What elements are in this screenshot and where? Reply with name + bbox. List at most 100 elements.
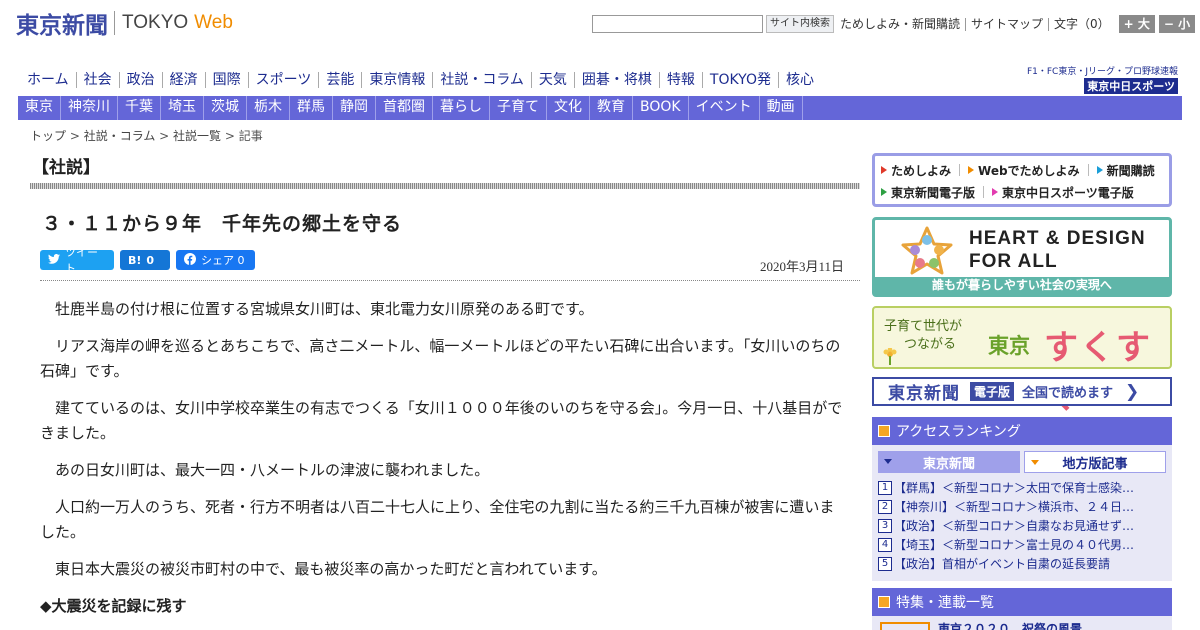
site-search-input[interactable] <box>592 15 763 33</box>
heart-design-banner[interactable]: HEART & DESIGN FOR ALL 誰もが暮らしやすい社会の実現へ <box>872 217 1172 297</box>
subnav-ibaraki[interactable]: 茨城 <box>204 96 247 120</box>
hatena-count: 0 <box>146 253 155 267</box>
feature-item-title[interactable]: 東京２０２０ 祝祭の風景 <box>938 620 1082 630</box>
pink-arrow-icon <box>992 188 999 196</box>
nav-weather[interactable]: 天気 <box>530 72 574 88</box>
breadcrumb-top[interactable]: トップ <box>30 129 66 143</box>
e-paper-label: 東京新聞電子版 <box>891 185 976 200</box>
nav-tokyo-info[interactable]: 東京情報 <box>361 72 432 88</box>
tab-label: 地方版記事 <box>1062 456 1128 472</box>
trial-read-label: ためしよみ <box>891 163 952 178</box>
subnav-events[interactable]: イベント <box>689 96 760 120</box>
share-buttons: ツイート B! 0 シェア 0 <box>40 246 255 275</box>
nav-special-report[interactable]: 特報 <box>658 72 702 88</box>
subnav-chiba[interactable]: 千葉 <box>118 96 161 120</box>
nav-entertainment[interactable]: 芸能 <box>318 72 361 88</box>
caret-down-icon <box>884 459 892 464</box>
trial-read-link[interactable]: ためしよみ <box>881 162 951 179</box>
tab-regional-articles[interactable]: 地方版記事 <box>1024 451 1166 473</box>
nav-tokyo-hatsu[interactable]: TOKYO発 <box>701 72 778 88</box>
subnav-video[interactable]: 動画 <box>760 96 803 120</box>
article-paragraph: あの日女川町は、最大一四・八メートルの津波に襲われました。 <box>55 461 490 479</box>
green-arrow-icon <box>881 188 887 196</box>
subnav-living[interactable]: 暮らし <box>433 96 490 120</box>
subnav-tochigi[interactable]: 栃木 <box>247 96 290 120</box>
breadcrumb-editorial-list[interactable]: 社説一覧 <box>173 129 221 143</box>
subnav-metro-area[interactable]: 首都圏 <box>376 96 433 120</box>
feature-thumbnail[interactable] <box>880 622 930 630</box>
caret-down-icon <box>1031 460 1039 465</box>
ranking-item[interactable]: 3 【政治】＜新型コロナ＞自粛なお見通せず… <box>878 516 1166 535</box>
article-headline: ３・１１から９年 千年先の郷土を守る <box>42 213 403 235</box>
facebook-share-label: シェア 0 <box>201 254 245 267</box>
regional-nav: 東京 神奈川 千葉 埼玉 茨城 栃木 群馬 静岡 首都圏 暮らし 子育て 文化 … <box>18 96 1182 120</box>
divider <box>983 186 985 198</box>
facebook-share-button[interactable]: シェア 0 <box>176 250 255 270</box>
tab-tokyo-shimbun[interactable]: 東京新聞 <box>878 451 1020 473</box>
logo-kanji: 東京新聞 <box>16 13 108 39</box>
nav-kakushin[interactable]: 核心 <box>777 72 821 88</box>
tweet-button[interactable]: ツイート <box>40 246 114 275</box>
nav-sports[interactable]: スポーツ <box>247 72 319 88</box>
nav-economy[interactable]: 経済 <box>161 72 205 88</box>
article-subheading: ◆大震災を記録に残す <box>40 597 187 615</box>
ranking-item[interactable]: 2 【神奈川】＜新型コロナ＞横浜市、２４日… <box>878 497 1166 516</box>
e-paper-text: 全国で読めます <box>1022 386 1114 401</box>
ranking-item[interactable]: 1 【群馬】＜新型コロナ＞太田で保育士感染… <box>878 478 1166 497</box>
subscribe-label: 新聞購読 <box>1106 163 1155 178</box>
tweet-label: ツイート <box>65 246 98 275</box>
subnav-kanagawa[interactable]: 神奈川 <box>61 96 118 120</box>
logo-divider <box>114 11 115 35</box>
site-search-button[interactable]: サイト内検索 <box>766 15 834 33</box>
trial-subscribe-link[interactable]: ためしよみ・新聞購読 <box>834 17 965 31</box>
ranking-item[interactable]: 5 【政治】首相がイベント自粛の延長要請 <box>878 554 1166 573</box>
nav-go-shogi[interactable]: 囲碁・将棋 <box>573 72 659 88</box>
divider <box>1087 164 1089 176</box>
sports-logo-tagline: F1・FC東京・Jリーグ・プロ野球速報 <box>1026 67 1178 77</box>
e-paper-banner[interactable]: 東京新聞 電子版 全国で読めます ❯ <box>872 377 1172 406</box>
hatena-bookmark-button[interactable]: B! 0 <box>120 250 170 270</box>
breadcrumb: トップ > 社説・コラム > 社説一覧 > 記事 <box>30 127 263 144</box>
heart-design-caption: 誰もが暮らしやすい社会の実現へ <box>875 277 1169 294</box>
subnav-tokyo[interactable]: 東京 <box>18 96 61 120</box>
subnav-education[interactable]: 教育 <box>590 96 633 120</box>
site-logo[interactable]: 東京新聞 TOKYO Web <box>16 8 233 39</box>
blue-arrow-icon <box>1096 166 1103 174</box>
nav-international[interactable]: 国際 <box>204 72 248 88</box>
e-paper-link[interactable]: 東京新聞電子版 <box>881 184 975 201</box>
rank-number: 2 <box>878 499 892 514</box>
web-trial-read-link[interactable]: Webでためしよみ <box>968 162 1080 179</box>
ranking-item[interactable]: 4 【埼玉】＜新型コロナ＞富士見の４０代男… <box>878 535 1166 554</box>
sports-e-paper-link[interactable]: 東京中日スポーツ電子版 <box>992 184 1134 201</box>
sports-logo-name: 東京中日スポーツ <box>1084 78 1178 94</box>
font-smaller-button[interactable]: − 小 <box>1158 15 1196 33</box>
tokyo-sukusuku-banner[interactable]: 子育て世代が つながる 東京 すくすく <box>872 306 1172 417</box>
article-paragraph: 人口約一万人のうち、死者・行方不明者は八百二十七人に上り、全住宅の九割に当たる約… <box>40 498 835 541</box>
chunichi-sports-logo[interactable]: F1・FC東京・Jリーグ・プロ野球速報 東京中日スポーツ <box>1027 64 1178 94</box>
font-size-label: 文字（0） <box>1048 17 1115 31</box>
ranking-item-title: 【神奈川】＜新型コロナ＞横浜市、２４日… <box>894 500 1135 514</box>
nav-editorial-column[interactable]: 社説・コラム <box>432 72 531 88</box>
subscribe-link[interactable]: 新聞購読 <box>1096 162 1155 179</box>
nav-politics[interactable]: 政治 <box>118 72 162 88</box>
subnav-parenting[interactable]: 子育て <box>490 96 547 120</box>
e-paper-logo: 東京新聞 <box>888 384 960 404</box>
logo-web: Web <box>194 12 233 33</box>
sitemap-link[interactable]: サイトマップ <box>965 17 1048 31</box>
subnav-saitama[interactable]: 埼玉 <box>161 96 204 120</box>
subnav-book[interactable]: BOOK <box>633 96 689 120</box>
nav-home[interactable]: ホーム <box>20 72 76 88</box>
subnav-gunma[interactable]: 群馬 <box>290 96 333 120</box>
font-larger-button[interactable]: + 大 <box>1118 15 1155 33</box>
header-utilities: サイト内検索 ためしよみ・新聞購読 サイトマップ 文字（0） + 大 − 小 <box>592 14 1196 34</box>
ranking-item-title: 【群馬】＜新型コロナ＞太田で保育士感染… <box>894 481 1135 495</box>
main-nav: ホーム 社会 政治 経済 国際 スポーツ 芸能 東京情報 社説・コラム 天気 囲… <box>20 72 821 88</box>
breadcrumb-current: 記事 <box>238 129 263 143</box>
subnav-shizuoka[interactable]: 静岡 <box>333 96 376 120</box>
nav-society[interactable]: 社会 <box>75 72 119 88</box>
subnav-culture[interactable]: 文化 <box>547 96 590 120</box>
date-divider <box>40 280 860 281</box>
article-paragraph: 建てているのは、女川中学校卒業生の有志でつくる「女川１０００年後のいのちを守る会… <box>40 399 843 442</box>
breadcrumb-editorial-column[interactable]: 社説・コラム <box>84 129 156 143</box>
article-paragraph: リアス海岸の岬を巡るとあちこちで、高さ二メートル、幅一メートルほどの平たい石碑に… <box>40 337 841 380</box>
